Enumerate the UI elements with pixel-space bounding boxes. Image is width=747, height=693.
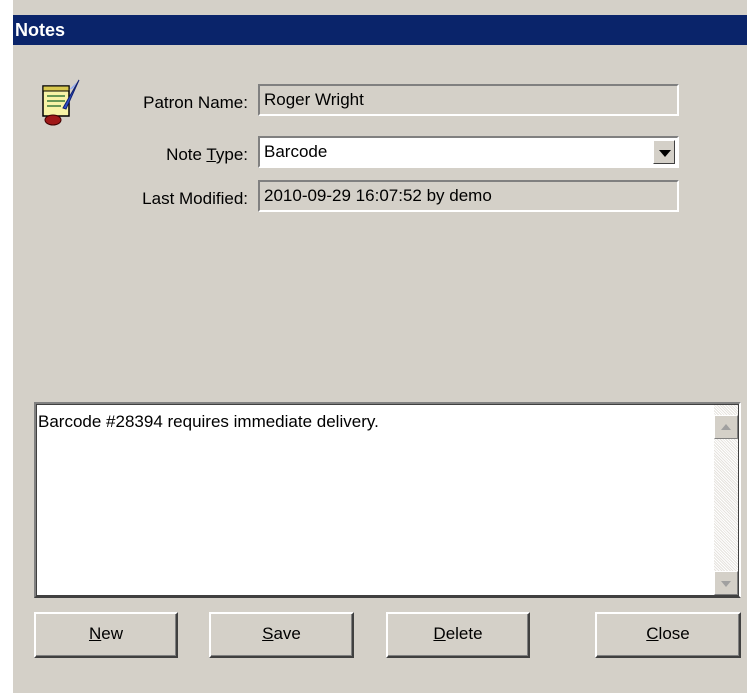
window-title: Notes [15,20,66,40]
title-bar[interactable]: Notes [13,15,747,45]
arrow-down-icon [721,581,731,587]
patron-name-field: Roger Wright [258,84,679,116]
note-text-area[interactable]: Barcode #28394 requires immediate delive… [34,402,741,598]
save-button[interactable]: Save [209,612,354,658]
close-button[interactable]: Close [595,612,741,658]
note-type-dropdown-button[interactable] [653,140,675,164]
last-modified-field: 2010-09-29 16:07:52 by demo [258,180,679,212]
vertical-scrollbar[interactable] [714,405,738,595]
note-type-value: Barcode [264,142,328,161]
arrow-up-icon [721,424,731,430]
chevron-down-icon [659,150,671,157]
new-button[interactable]: New [34,612,178,658]
last-modified-value: 2010-09-29 16:07:52 by demo [264,186,492,205]
scroll-up-button[interactable] [714,415,738,439]
patron-name-value: Roger Wright [264,90,364,109]
scroll-down-button[interactable] [714,571,738,595]
window-top-edge [13,0,747,15]
patron-name-label: Patron Name: [143,93,248,112]
note-text: Barcode #28394 requires immediate delive… [38,412,379,431]
note-type-label: Note Type: [166,145,248,164]
last-modified-label: Last Modified: [142,189,248,208]
notepad-quill-icon [42,79,80,126]
note-type-select[interactable]: Barcode [258,136,679,168]
notes-window: Notes Patron Name: Roger Wright Note Typ… [12,0,747,693]
delete-button[interactable]: Delete [386,612,530,658]
